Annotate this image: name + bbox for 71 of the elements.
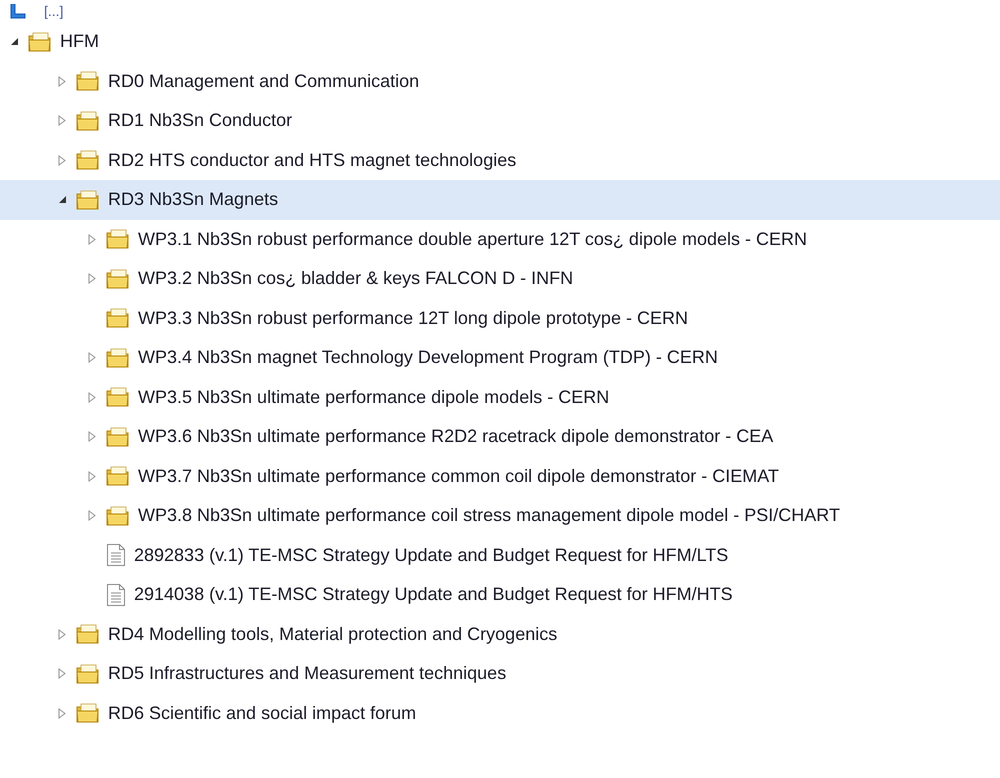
- node-label: HFM: [60, 31, 99, 52]
- folder-icon: [76, 662, 100, 685]
- tree-row[interactable]: RD2 HTS conductor and HTS magnet technologies: [0, 140, 1000, 180]
- node-label: 2914038 (v.1) TE-MSC Strategy Update and Budget Request for HFM/HTS: [134, 584, 733, 606]
- folder-icon: [28, 30, 52, 53]
- folder-icon: [106, 228, 130, 250]
- document-icon: [106, 582, 126, 607]
- tree-row[interactable]: RD3 Nb3Sn Magnets: [0, 180, 1000, 220]
- collapsed-arrow-icon[interactable]: [88, 392, 96, 403]
- node-label: RD0 Management and Communication: [108, 70, 420, 92]
- node-label: RD4 Modelling tools, Material protection and Cryogenics: [108, 624, 558, 645]
- tree-row[interactable]: WP3.3 Nb3Sn robust performance 12T long dipole prototype - CERN: [0, 298, 1000, 338]
- folder-icon: [76, 702, 100, 724]
- tree-row[interactable]: WP3.5 Nb3Sn ultimate performance dipole models - CERN: [0, 378, 1000, 417]
- collapsed-arrow-icon[interactable]: [88, 431, 96, 442]
- node-label: 2892833 (v.1) TE-MSC Strategy Update and Budget Request for HFM/LTS: [134, 544, 728, 566]
- node-label: WP3.6 Nb3Sn ultimate performance R2D2 racetrack dipole demonstrator - CEA: [138, 426, 774, 448]
- node-label: RD3 Nb3Sn Magnets: [108, 189, 278, 210]
- folder-icon: [106, 465, 130, 488]
- folder-icon: [106, 504, 130, 527]
- node-label: WP3.7 Nb3Sn ultimate performance common coil dipole demonstrator - CIEMAT: [138, 466, 779, 487]
- tree-row[interactable]: WP3.7 Nb3Sn ultimate performance common coil dipole demonstrator - CIEMAT: [0, 456, 1000, 496]
- node-label: WP3.2 Nb3Sn cos¿ bladder & keys FALCON D - INFN: [138, 268, 574, 290]
- tree-row[interactable]: WP3.4 Nb3Sn magnet Technology Development Program (TDP) - CERN: [0, 338, 1000, 378]
- collapsed-arrow-icon[interactable]: [58, 154, 66, 166]
- node-label: RD2 HTS conductor and HTS magnet technologies: [108, 150, 516, 171]
- collapsed-arrow-icon[interactable]: [88, 273, 96, 284]
- node-label: WP3.5 Nb3Sn ultimate performance dipole models - CERN: [138, 386, 610, 408]
- tree-row[interactable]: RD1 Nb3Sn Conductor: [0, 101, 1000, 140]
- expanded-arrow-icon[interactable]: [58, 195, 66, 204]
- tree-row[interactable]: RD4 Modelling tools, Material protection and Cryogenics: [0, 614, 1000, 654]
- tree-row[interactable]: 2892833 (v.1) TE-MSC Strategy Update and Budget Request for HFM/LTS: [0, 536, 1000, 575]
- folder-icon: [76, 149, 100, 172]
- folder-icon: [106, 386, 130, 408]
- folder-icon: [76, 70, 100, 92]
- folder-icon: [76, 188, 100, 211]
- collapsed-arrow-icon[interactable]: [88, 510, 96, 522]
- folder-icon: [106, 346, 130, 369]
- collapsed-arrow-icon[interactable]: [88, 234, 96, 245]
- node-label: RD5 Infrastructures and Measurement techniques: [108, 663, 506, 684]
- folder-icon: [76, 110, 100, 132]
- node-label: WP3.1 Nb3Sn robust performance double aperture 12T cos¿ dipole models - CERN: [138, 228, 807, 250]
- document-icon: [106, 543, 126, 568]
- tree-row[interactable]: WP3.6 Nb3Sn ultimate performance R2D2 racetrack dipole demonstrator - CEA: [0, 417, 1000, 456]
- collapsed-arrow-icon[interactable]: [58, 628, 66, 640]
- tree-row[interactable]: RD0 Management and Communication: [0, 62, 1000, 101]
- tree-row[interactable]: WP3.2 Nb3Sn cos¿ bladder & keys FALCON D - INFN: [0, 259, 1000, 298]
- tree-row[interactable]: HFM: [0, 22, 1000, 62]
- folder-icon: [106, 426, 130, 448]
- tree-row[interactable]: RD6 Scientific and social impact forum: [0, 694, 1000, 733]
- collapsed-arrow-icon[interactable]: [58, 708, 66, 719]
- tree-row[interactable]: 2914038 (v.1) TE-MSC Strategy Update and Budget Request for HFM/HTS: [0, 575, 1000, 614]
- folder-icon: [106, 307, 130, 330]
- node-label: RD6 Scientific and social impact forum: [108, 702, 416, 724]
- node-label: WP3.4 Nb3Sn magnet Technology Development Program (TDP) - CERN: [138, 347, 718, 368]
- expanded-arrow-icon[interactable]: [10, 37, 18, 46]
- folder-icon: [106, 268, 130, 290]
- collapsed-arrow-icon[interactable]: [58, 115, 66, 126]
- node-label: WP3.3 Nb3Sn robust performance 12T long dipole prototype - CERN: [138, 308, 688, 329]
- tree-row[interactable]: RD5 Infrastructures and Measurement techniques: [0, 654, 1000, 694]
- folder-icon: [76, 623, 100, 646]
- collapsed-arrow-icon[interactable]: [58, 76, 66, 87]
- tree-row[interactable]: WP3.1 Nb3Sn robust performance double aperture 12T cos¿ dipole models - CERN: [0, 220, 1000, 259]
- collapsed-arrow-icon[interactable]: [58, 668, 66, 680]
- node-label: WP3.8 Nb3Sn ultimate performance coil stress management dipole model - PSI/CHART: [138, 505, 840, 526]
- node-label: RD1 Nb3Sn Conductor: [108, 110, 292, 132]
- tree-row[interactable]: WP3.8 Nb3Sn ultimate performance coil stress management dipole model - PSI/CHART: [0, 496, 1000, 536]
- collapsed-arrow-icon[interactable]: [88, 352, 96, 364]
- parent-link[interactable]: [...]: [44, 3, 64, 19]
- collapsed-arrow-icon[interactable]: [88, 470, 96, 482]
- up-level-icon[interactable]: [10, 4, 26, 18]
